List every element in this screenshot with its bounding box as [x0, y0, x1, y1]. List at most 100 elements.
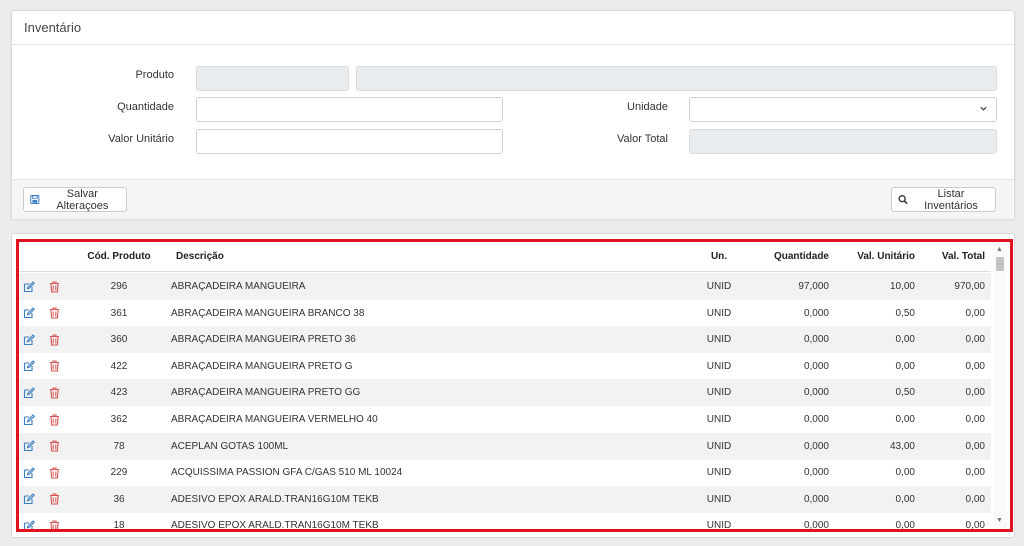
grid-header: Cód. Produto Descrição Un. Quantidade Va…	[19, 242, 991, 272]
trash-icon[interactable]	[49, 433, 63, 460]
cell-valor-total: 0,00	[965, 387, 985, 399]
table-row[interactable]: 229 ACQUISSIMA PASSION GFA C/GAS 510 ML 1…	[19, 459, 991, 486]
cell-descricao: ADESIVO EPOX ARALD.TRAN16G10M TEKB	[171, 520, 379, 529]
cell-cod: 229	[110, 467, 128, 479]
valor-total-label: Valor Total	[617, 133, 668, 145]
edit-icon[interactable]	[23, 273, 37, 300]
scroll-down-arrow[interactable]: ▼	[996, 517, 1003, 525]
edit-icon[interactable]	[23, 300, 37, 327]
cell-cod: 362	[110, 414, 128, 425]
unidade-select[interactable]	[689, 97, 997, 122]
quantidade-field[interactable]	[196, 97, 503, 122]
column-header-valor-total[interactable]: Val. Total	[921, 242, 985, 271]
inventory-form-panel: Inventário Produto Quantidade Unidade Va…	[11, 10, 1015, 219]
trash-icon[interactable]	[49, 353, 63, 380]
edit-icon[interactable]	[23, 433, 37, 460]
cell-unidade: UNID	[706, 493, 732, 505]
column-header-unidade[interactable]: Un.	[691, 242, 747, 271]
valor-unitario-label: Valor Unitário	[108, 133, 174, 145]
cell-valor-total: 0,00	[965, 307, 985, 319]
cell-unidade: UNID	[706, 520, 732, 529]
table-row[interactable]: 360 ABRAÇADEIRA MANGUEIRA PRETO 36 UNID 0,0…	[19, 326, 991, 354]
cell-descricao: ACQUISSIMA PASSION GFA C/GAS 510 ML 1002…	[171, 467, 403, 479]
cell-valor-unitario: 0,00	[895, 467, 915, 479]
trash-icon[interactable]	[49, 300, 63, 327]
cell-unidade: UNID	[706, 467, 732, 479]
edit-icon[interactable]	[23, 512, 37, 529]
table-row[interactable]: 36 ADESIVO EPOX ARALD.TRAN16G10M TEKB UNID…	[19, 485, 991, 513]
column-header-valor-unitario[interactable]: Val. Unitário	[839, 242, 915, 271]
save-button[interactable]: Salvar Alteraçoes	[23, 187, 127, 212]
table-row[interactable]: 296 ABRAÇADEIRA MANGUEIRA UNID 97,000 10,00 9…	[19, 273, 991, 300]
cell-unidade: UNID	[706, 440, 732, 452]
cell-valor-unitario: 0,50	[895, 307, 915, 319]
cell-valor-total: 0,00	[965, 360, 985, 372]
cell-unidade: UNID	[706, 387, 732, 399]
column-header-cod[interactable]: Cód. Produto	[87, 242, 150, 271]
cell-valor-total: 970,00	[954, 281, 985, 292]
form-toolbar: Salvar Alteraçoes Listar Inventários	[12, 179, 1014, 219]
cell-valor-total: 0,00	[965, 467, 985, 479]
list-inventories-button[interactable]: Listar Inventários	[891, 187, 996, 212]
cell-valor-unitario: 0,50	[895, 387, 915, 399]
cell-quantidade: 0,000	[803, 414, 829, 425]
cell-quantidade: 0,000	[803, 440, 829, 452]
scroll-up-arrow[interactable]: ▲	[996, 246, 1003, 254]
table-row[interactable]: 422 ABRAÇADEIRA MANGUEIRA PRETO G UNID 0,00…	[19, 353, 991, 380]
cell-unidade: UNID	[706, 307, 732, 319]
search-icon	[898, 195, 908, 205]
trash-icon[interactable]	[49, 486, 63, 513]
table-row[interactable]: 78 ACEPLAN GOTAS 100ML UNID 0,000 43,00 0,00	[19, 432, 991, 460]
edit-icon[interactable]	[23, 379, 37, 406]
inventory-grid: Cód. Produto Descrição Un. Quantidade Va…	[19, 242, 991, 529]
chevron-down-icon	[980, 106, 987, 111]
edit-icon[interactable]	[23, 459, 37, 486]
table-row[interactable]: 423 ABRAÇADEIRA MANGUEIRA PRETO GG UNID 0,0…	[19, 379, 991, 407]
cell-cod: 36	[113, 493, 125, 505]
cell-cod: 296	[110, 281, 128, 292]
trash-icon[interactable]	[49, 326, 63, 353]
trash-icon[interactable]	[49, 273, 63, 300]
cell-cod: 78	[113, 440, 125, 452]
cell-unidade: UNID	[706, 414, 732, 425]
cell-quantidade: 0,000	[803, 387, 829, 399]
cell-quantidade: 0,000	[803, 307, 829, 319]
cell-valor-unitario: 0,00	[895, 493, 915, 505]
table-row[interactable]: 362 ABRAÇADEIRA MANGUEIRA VERMELHO 40 UNID…	[19, 406, 991, 433]
cell-descricao: ABRAÇADEIRA MANGUEIRA VERMELHO 40	[171, 414, 378, 425]
panel-title: Inventário	[12, 11, 1014, 45]
cell-valor-unitario: 0,00	[895, 520, 915, 529]
edit-icon[interactable]	[23, 406, 37, 433]
quantidade-label: Quantidade	[117, 101, 174, 113]
cell-quantidade: 0,000	[803, 334, 829, 346]
cell-cod: 422	[110, 360, 128, 372]
cell-valor-total: 0,00	[965, 493, 985, 505]
cell-quantidade: 97,000	[798, 281, 829, 292]
scrollbar-thumb[interactable]	[996, 257, 1004, 271]
produto-label: Produto	[135, 69, 174, 81]
table-row[interactable]: 361 ABRAÇADEIRA MANGUEIRA BRANCO 38 UNID 0,…	[19, 300, 991, 327]
column-header-quantidade[interactable]: Quantidade	[757, 242, 829, 271]
edit-icon[interactable]	[23, 486, 37, 513]
cell-valor-total: 0,00	[965, 414, 985, 425]
column-header-descricao[interactable]: Descrição	[176, 242, 596, 271]
trash-icon[interactable]	[49, 512, 63, 529]
cell-cod: 360	[110, 334, 128, 346]
cell-valor-total: 0,00	[965, 440, 985, 452]
table-row[interactable]: 18 ADESIVO EPOX ARALD.TRAN16G10M TEKB UNID…	[19, 512, 991, 529]
cell-valor-unitario: 0,00	[895, 334, 915, 346]
trash-icon[interactable]	[49, 459, 63, 486]
edit-icon[interactable]	[23, 353, 37, 380]
edit-icon[interactable]	[23, 326, 37, 353]
cell-descricao: ABRAÇADEIRA MANGUEIRA PRETO 36	[171, 334, 356, 346]
trash-icon[interactable]	[49, 379, 63, 406]
cell-quantidade: 0,000	[803, 467, 829, 479]
cell-quantidade: 0,000	[803, 493, 829, 505]
valor-unitario-field[interactable]	[196, 129, 503, 154]
trash-icon[interactable]	[49, 406, 63, 433]
grid-scrollbar[interactable]: ▲ ▼	[993, 242, 1007, 529]
cell-descricao: ABRAÇADEIRA MANGUEIRA	[171, 281, 306, 292]
cell-unidade: UNID	[706, 281, 732, 292]
cell-unidade: UNID	[706, 334, 732, 346]
cell-quantidade: 0,000	[803, 520, 829, 529]
